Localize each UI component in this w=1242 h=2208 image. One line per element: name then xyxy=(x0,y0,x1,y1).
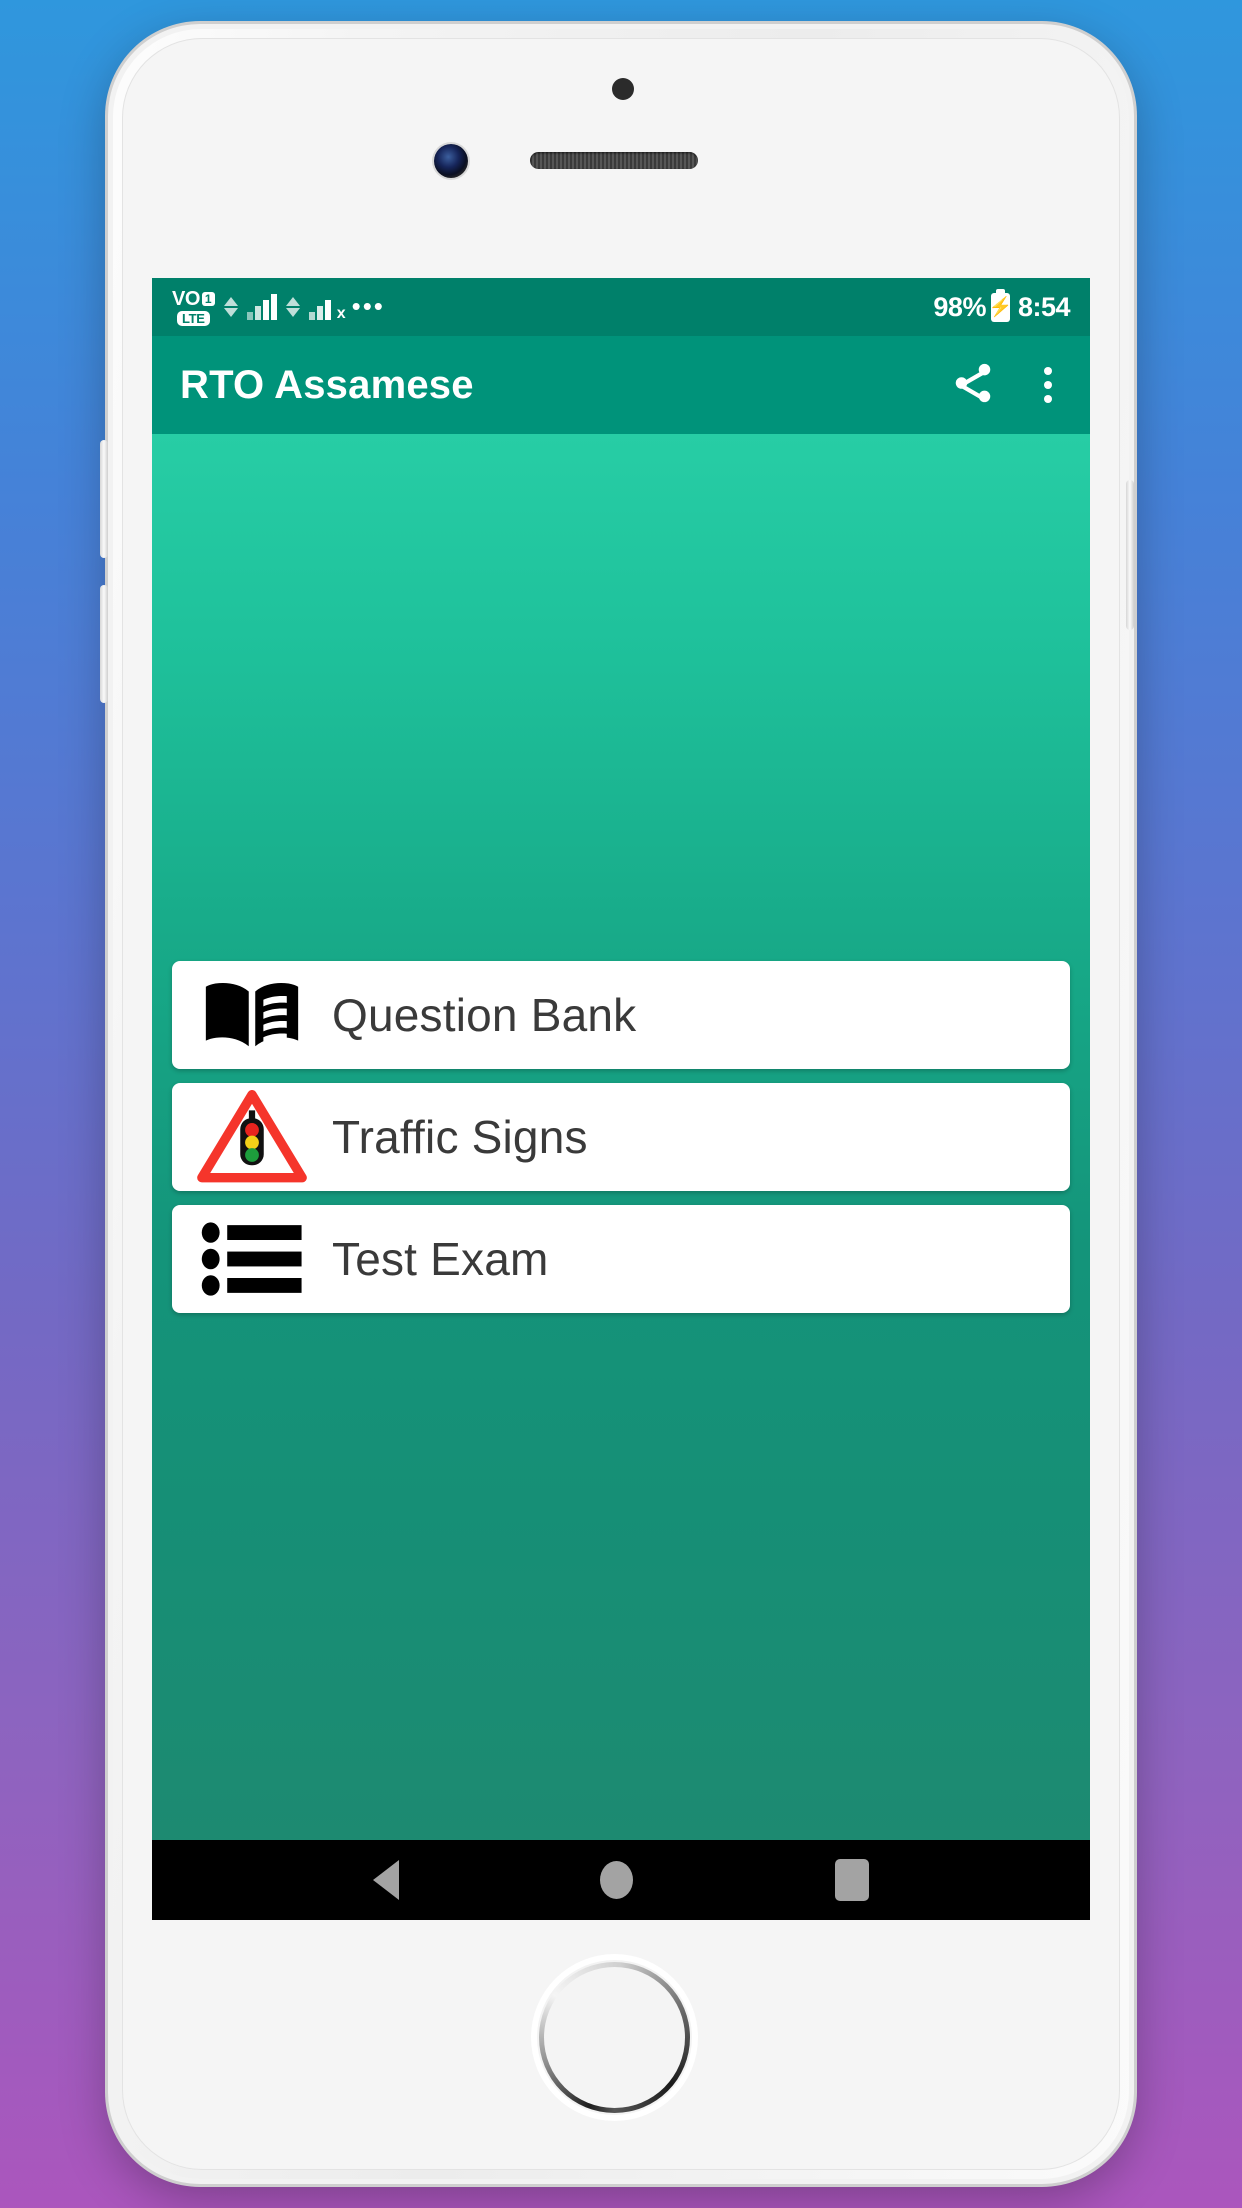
home-button[interactable] xyxy=(531,1954,698,2121)
data-down-arrow-icon-2 xyxy=(285,308,300,317)
main-content: Question Bank Traffic Signs Test Exam xyxy=(152,434,1090,1840)
data-transfer-icon xyxy=(223,297,238,317)
signal-bars-no-service-icon: x xyxy=(308,294,346,322)
nav-recents-button[interactable] xyxy=(835,1859,870,1901)
status-bar-clock: 8:54 xyxy=(1017,291,1071,322)
menu-label-test-exam: Test Exam xyxy=(332,1233,549,1285)
more-notifications-icon: ••• xyxy=(351,291,385,322)
share-icon[interactable] xyxy=(950,360,996,411)
status-bar-left-icons: VO 1 LTE x ••• xyxy=(172,289,385,326)
open-book-icon xyxy=(172,976,332,1054)
power-button[interactable] xyxy=(1126,480,1134,630)
volume-down-button[interactable] xyxy=(100,585,108,703)
volte-vo-label: VO xyxy=(172,287,200,310)
signal-bars-icon xyxy=(246,294,277,320)
data-down-arrow-icon xyxy=(223,308,238,317)
phone-screen: VO 1 LTE x ••• 98% ⚡ 8:54 RTO Assamese Q… xyxy=(152,278,1090,1920)
volte-lte-label: LTE xyxy=(176,310,210,326)
no-service-x-mark: x xyxy=(336,305,346,322)
earpiece-speaker xyxy=(530,152,698,169)
status-bar: VO 1 LTE x ••• 98% ⚡ 8:54 xyxy=(152,278,1090,336)
data-up-arrow-icon xyxy=(223,297,238,306)
proximity-sensor-icon xyxy=(612,78,634,100)
bulleted-list-icon xyxy=(172,1221,332,1297)
page-title: RTO Assamese xyxy=(180,362,474,407)
menu-label-question-bank: Question Bank xyxy=(332,989,637,1041)
charging-bolt-icon: ⚡ xyxy=(988,296,1013,318)
volume-up-button[interactable] xyxy=(100,440,108,558)
app-bar: RTO Assamese xyxy=(152,336,1090,434)
volte-icon: VO 1 LTE xyxy=(172,289,215,326)
nav-back-button[interactable] xyxy=(372,1860,399,1900)
overflow-menu-icon[interactable] xyxy=(1034,361,1062,409)
data-transfer-icon-2 xyxy=(285,297,300,317)
data-up-arrow-icon-2 xyxy=(285,297,300,306)
menu-button-test-exam[interactable]: Test Exam xyxy=(172,1205,1070,1313)
menu-button-traffic-signs[interactable]: Traffic Signs xyxy=(172,1083,1070,1191)
android-navigation-bar xyxy=(152,1840,1090,1920)
nav-home-button[interactable] xyxy=(600,1861,634,1899)
traffic-light-warning-sign-icon xyxy=(172,1090,332,1184)
volte-sim-number: 1 xyxy=(201,291,215,306)
status-bar-right-icons: 98% ⚡ 8:54 xyxy=(933,288,1071,323)
menu-label-traffic-signs: Traffic Signs xyxy=(332,1111,588,1163)
battery-percentage: 98% xyxy=(933,291,986,322)
app-bar-actions xyxy=(950,360,1062,411)
front-camera-icon xyxy=(434,144,468,178)
menu-button-question-bank[interactable]: Question Bank xyxy=(172,961,1070,1069)
battery-charging-icon: ⚡ xyxy=(988,288,1013,322)
